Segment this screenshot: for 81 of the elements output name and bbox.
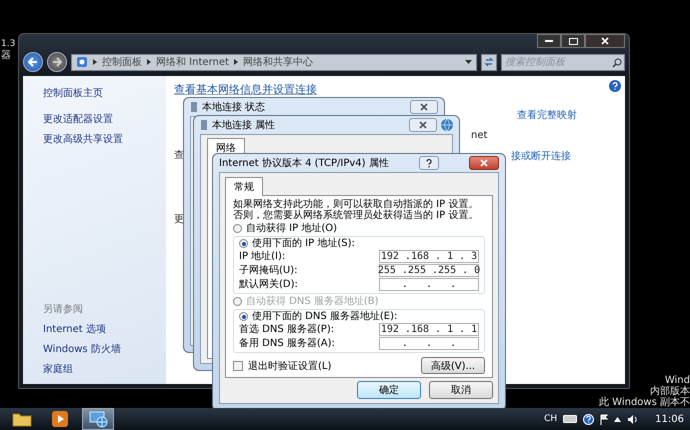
dialog-title: Internet 协议版本 4 (TCP/IPv4) 属性 bbox=[219, 156, 389, 170]
close-button[interactable] bbox=[409, 118, 437, 132]
close-button[interactable] bbox=[468, 156, 499, 170]
dialog-title: 本地连接 状态 bbox=[202, 100, 266, 114]
sidebar-link[interactable]: Internet 选项 bbox=[43, 322, 166, 336]
ip-address-field[interactable]: 255 .255 .255 . 0 bbox=[379, 264, 479, 277]
field-label: 备用 DNS 服务器(A): bbox=[239, 338, 335, 350]
checkbox[interactable]: 退出时验证设置(L) bbox=[233, 358, 332, 372]
flag-icon[interactable] bbox=[600, 414, 608, 424]
speaker-icon[interactable] bbox=[627, 414, 640, 424]
close-icon bbox=[480, 159, 488, 167]
help-icon bbox=[426, 158, 432, 168]
breadcrumb[interactable]: 网络和共享中心 bbox=[242, 55, 313, 69]
breadcrumb[interactable]: 网络和 Internet bbox=[156, 55, 229, 69]
desktop-icon-label: 1.3 bbox=[1, 38, 16, 50]
back-button[interactable] bbox=[23, 52, 43, 72]
field-label: 子网掩码(U): bbox=[239, 264, 298, 276]
link[interactable]: 查看完整映射 bbox=[517, 108, 577, 122]
network-icon bbox=[88, 410, 108, 428]
watermark-text: 内部版本 bbox=[650, 386, 690, 397]
help-icon[interactable] bbox=[583, 414, 594, 424]
sidebar-link[interactable]: Windows 防火墙 bbox=[43, 342, 166, 356]
maximize-icon bbox=[568, 38, 578, 44]
field-label: IP 地址(I): bbox=[239, 250, 286, 262]
sidebar-link[interactable]: 更改适配器设置 bbox=[43, 112, 166, 126]
see-also-heading: 另请参阅 bbox=[43, 302, 84, 316]
ip-address-field[interactable]: 192 .168 . 1 . 1 bbox=[379, 323, 479, 336]
dialog-button[interactable]: 确定 bbox=[357, 381, 421, 399]
help-button[interactable] bbox=[418, 156, 439, 170]
close-icon bbox=[420, 103, 428, 111]
language-indicator[interactable]: CH bbox=[544, 414, 558, 424]
ip-address-field[interactable]: . . . bbox=[379, 337, 479, 350]
radio-button[interactable]: 使用下面的 IP 地址(S): bbox=[239, 238, 479, 249]
radio-button[interactable]: 使用下面的 DNS 服务器地址(E): bbox=[239, 311, 479, 322]
text-fragment: 查 bbox=[174, 148, 184, 162]
forward-arrow-icon bbox=[52, 57, 62, 67]
text-fragment: net bbox=[471, 130, 488, 141]
field-label: 首选 DNS 服务器(P): bbox=[239, 324, 334, 336]
minimize-icon bbox=[545, 40, 553, 42]
watermark-text: Wind bbox=[664, 375, 690, 386]
close-icon bbox=[601, 37, 609, 45]
search-field[interactable]: 搜索控制面板 bbox=[501, 54, 625, 70]
back-arrow-icon bbox=[28, 57, 38, 67]
sidebar-link[interactable]: 更改高级共享设置 bbox=[43, 132, 166, 146]
dropdown-caret-icon bbox=[465, 60, 472, 64]
dialog-title: 本地连接 属性 bbox=[212, 118, 276, 132]
search-icon bbox=[612, 58, 622, 68]
tab[interactable]: 常规 bbox=[225, 177, 263, 196]
text-fragment: 更 bbox=[174, 213, 184, 226]
taskbar-button[interactable] bbox=[82, 408, 114, 430]
sidebar-link[interactable]: 家庭组 bbox=[43, 362, 166, 376]
page-heading: 查看基本网络信息并设置连接 bbox=[174, 83, 317, 96]
clock[interactable]: 11:06 bbox=[655, 414, 684, 424]
dialog-button[interactable]: 取消 bbox=[429, 381, 493, 399]
close-button[interactable] bbox=[585, 34, 625, 48]
desktop-icon-label: 器 bbox=[1, 50, 12, 62]
description-text: 如果网络支持此功能，则可以获取自动指派的 IP 设置。否则，您需要从网络系统管理员处获得适当的 IP 设置。 bbox=[233, 199, 480, 221]
chevron-icon bbox=[234, 59, 238, 65]
close-button[interactable] bbox=[410, 100, 438, 114]
chevron-icon bbox=[147, 59, 151, 65]
field-label: 默认网关(D): bbox=[239, 278, 298, 290]
watermark-text: 此 Windows 副本不 bbox=[599, 397, 690, 408]
link[interactable]: 接或断开连接 bbox=[511, 149, 571, 163]
address-bar[interactable]: 控制面板 网络和 Internet 网络和共享中心 bbox=[71, 54, 477, 70]
globe-icon bbox=[441, 119, 453, 131]
folder-icon bbox=[12, 411, 32, 427]
chevron-icon bbox=[93, 59, 97, 65]
forward-button[interactable] bbox=[47, 52, 67, 72]
maximize-button[interactable] bbox=[561, 34, 585, 48]
minimize-button[interactable] bbox=[537, 34, 561, 48]
media-player-icon bbox=[51, 410, 69, 428]
ip-address-field[interactable]: . . . bbox=[379, 278, 479, 291]
up-arrow-icon[interactable] bbox=[614, 416, 622, 422]
breadcrumb[interactable]: 控制面板 bbox=[102, 55, 142, 69]
close-icon bbox=[419, 121, 427, 129]
sidebar-link[interactable]: 控制面板主页 bbox=[43, 86, 166, 100]
refresh-button[interactable] bbox=[481, 54, 497, 70]
ip-address-field[interactable]: 192 .168 . 1 . 3 bbox=[379, 250, 479, 263]
advanced-button[interactable]: 高级(V)... bbox=[421, 357, 485, 374]
refresh-icon bbox=[484, 57, 494, 67]
radio-button[interactable]: 自动获得 IP 地址(O) bbox=[233, 223, 485, 234]
